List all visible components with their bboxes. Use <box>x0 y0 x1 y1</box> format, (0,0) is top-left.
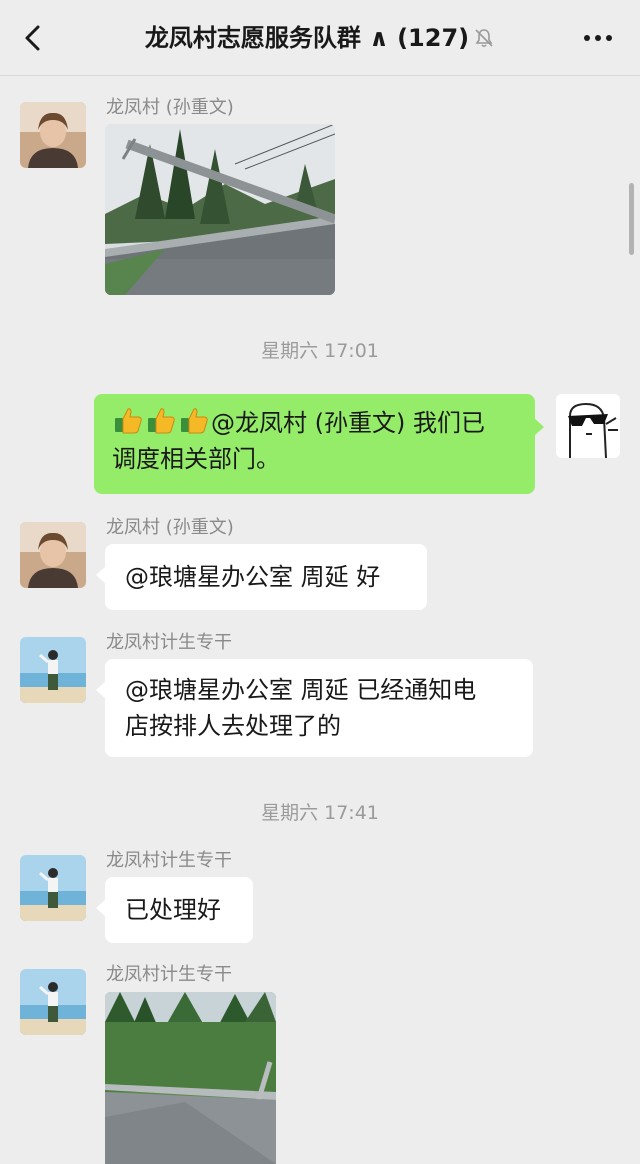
avatar-sun-zhongwen[interactable] <box>20 102 86 168</box>
chat-title[interactable]: 龙凤村志愿服务队群 ∧ (127) <box>70 20 570 56</box>
message-text: 已处理好 <box>125 896 221 924</box>
bell-muted-icon <box>475 29 493 48</box>
message-text: 店按排人去处理了的 <box>125 712 341 740</box>
cleared-road-photo[interactable] <box>105 992 276 1164</box>
message-bubble[interactable]: @琅塘星办公室 周延 好 <box>96 544 427 610</box>
avatar-sun-zhongwen[interactable] <box>20 522 86 588</box>
message-text: 调度相关部门。 <box>112 445 280 473</box>
timestamp: 星期六 17:41 <box>261 802 379 824</box>
avatar-jisheng-zhuangan[interactable] <box>20 855 86 921</box>
avatar-image <box>20 855 86 921</box>
scrollbar[interactable] <box>629 183 634 255</box>
avatar-image <box>20 637 86 703</box>
avatar-jisheng-zhuangan[interactable] <box>20 637 86 703</box>
avatar-jisheng-zhuangan[interactable] <box>20 969 86 1035</box>
message-text: @琅塘星办公室 周延 好 <box>125 563 381 591</box>
avatar-self[interactable] <box>556 394 620 458</box>
sender-name: 龙凤村 (孙重文) <box>106 517 234 538</box>
timestamp: 星期六 17:01 <box>261 340 379 362</box>
chat-header: 龙凤村志愿服务队群 ∧ (127) <box>0 0 640 76</box>
more-dots-icon[interactable] <box>578 26 618 50</box>
sunglasses-character-icon <box>556 394 620 458</box>
chat-title-text: 龙凤村志愿服务队群 ∧ (127) <box>144 24 470 52</box>
sender-name: 龙凤村计生专干 <box>106 632 232 653</box>
chevron-left-icon[interactable] <box>18 22 50 54</box>
thumbs-up-icon <box>112 404 211 441</box>
avatar-image <box>20 102 86 168</box>
sender-name: 龙凤村计生专干 <box>106 850 232 871</box>
message-bubble[interactable]: @琅塘星办公室 周延 已经通知电 店按排人去处理了的 <box>96 659 533 757</box>
avatar-image <box>20 522 86 588</box>
sender-name: 龙凤村 (孙重文) <box>106 97 234 118</box>
self-message-bubble[interactable]: @龙凤村 (孙重文) 我们已 调度相关部门。 <box>94 394 544 494</box>
message-text: @琅塘星办公室 周延 已经通知电 <box>125 676 477 704</box>
sender-name: 龙凤村计生专干 <box>106 964 232 985</box>
fallen-utility-pole-photo[interactable] <box>105 124 335 295</box>
avatar-image <box>20 969 86 1035</box>
message-text: @龙凤村 (孙重文) 我们已 <box>211 409 485 437</box>
message-bubble[interactable]: 已处理好 <box>96 877 253 943</box>
